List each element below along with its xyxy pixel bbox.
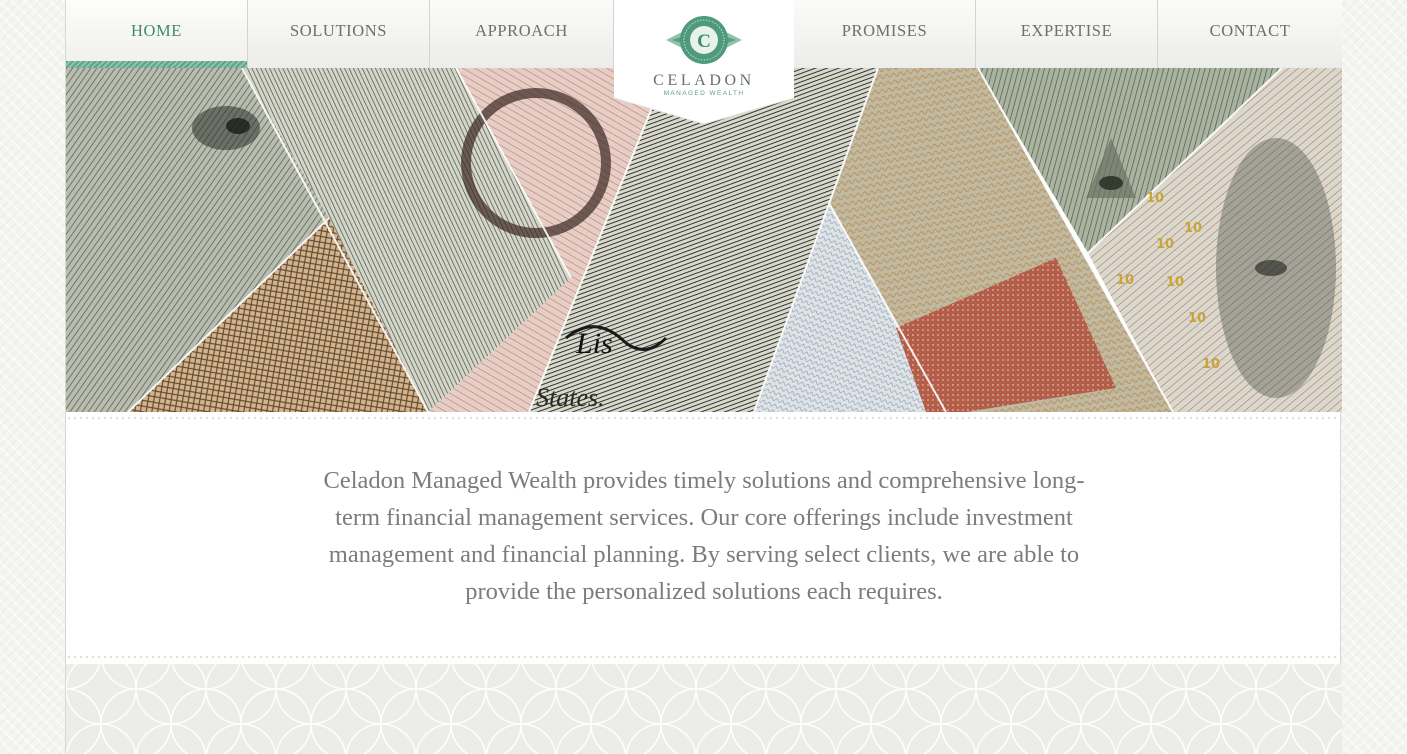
hero-numeral: 10 <box>1146 191 1164 206</box>
hero-numeral: 10 <box>1166 275 1184 290</box>
hero-numeral: 10 <box>1116 273 1134 288</box>
hero-numeral: 10 <box>1184 221 1202 236</box>
nav-promises[interactable]: PROMISES <box>794 0 976 68</box>
hero-numeral: 10 <box>1156 237 1174 252</box>
nav-promises-label: PROMISES <box>841 21 928 40</box>
logo-initial: C <box>697 31 711 52</box>
nav-expertise[interactable]: EXPERTISE <box>976 0 1158 68</box>
hero-note-text: States. <box>536 383 605 412</box>
decorative-pattern-band <box>66 664 1342 754</box>
logo-wordmark: CELADON <box>653 72 755 89</box>
nav-approach-label: APPROACH <box>475 21 568 40</box>
intro-section: Celadon Managed Wealth provides timely s… <box>66 462 1342 610</box>
divider-dotted-top <box>66 416 1342 420</box>
nav-home-label: HOME <box>131 21 182 40</box>
circle-pattern-image <box>66 664 1342 754</box>
hero-numeral: 10 <box>1202 357 1220 372</box>
logo-badge-shape: C <box>614 0 794 124</box>
nav-contact-label: CONTACT <box>1209 21 1291 40</box>
nav-solutions[interactable]: SOLUTIONS <box>248 0 430 68</box>
intro-paragraph: Celadon Managed Wealth provides timely s… <box>323 467 1085 605</box>
nav-home[interactable]: HOME <box>66 0 248 68</box>
logo-tagline: MANAGED WEALTH <box>663 90 745 97</box>
hero-signature-text: Lis <box>575 327 613 360</box>
page-container: HOME SOLUTIONS APPROACH PROMISES EXPERTI… <box>65 0 1342 754</box>
nav-expertise-label: EXPERTISE <box>1020 21 1113 40</box>
nav-solutions-label: SOLUTIONS <box>289 21 388 40</box>
nav-contact[interactable]: CONTACT <box>1158 0 1342 68</box>
hero-numeral: 10 <box>1188 311 1206 326</box>
celadon-logo[interactable]: C CELADON MANAGED WEALTH <box>614 0 794 124</box>
nav-approach[interactable]: APPROACH <box>430 0 614 68</box>
divider-dotted-bottom <box>66 655 1342 659</box>
